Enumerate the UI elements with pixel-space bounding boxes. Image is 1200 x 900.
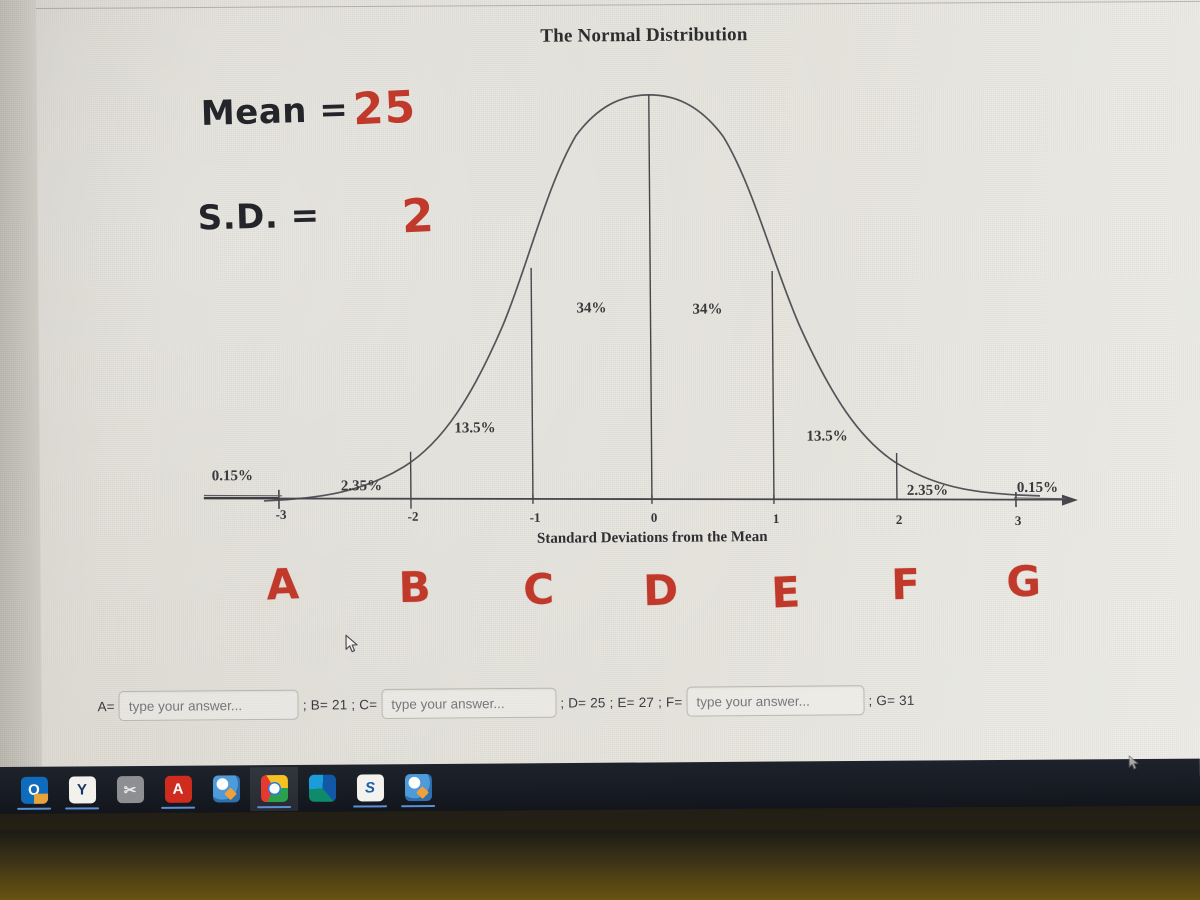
chrome-icon [260, 774, 288, 803]
answer-input-c-placeholder: type your answer... [391, 695, 505, 712]
label-left-135-percent: 13.5% [454, 420, 496, 437]
label-left-235-percent: 2.35% [340, 478, 383, 495]
handwritten-letter-b: B [398, 562, 432, 613]
x-tick-label-zero: 0 [650, 509, 658, 525]
handwritten-sd-label: S.D. = [197, 195, 321, 239]
x-tick-label-plus1: 1 [772, 510, 780, 526]
page-title: The Normal Distribution [540, 24, 748, 47]
answer-input-f[interactable]: type your answer... [686, 685, 865, 717]
s-app-icon-glyph: S [364, 779, 376, 797]
label-left-34-percent: 34% [576, 300, 607, 317]
label-left-outer-percent: 0.15% [211, 468, 254, 485]
snipping-tool-icon-glyph: ✂ [123, 781, 137, 799]
handwritten-letter-c: C [522, 564, 555, 615]
snipping-tool-icon: ✂ [116, 775, 144, 804]
outlook-icon-glyph: O [28, 781, 40, 799]
taskbar-underline-outlook [17, 807, 52, 810]
answer-static-g: ; G= 31 [868, 692, 915, 708]
taskbar-item-s-app[interactable]: S [346, 766, 394, 810]
desk-surface [0, 830, 1200, 900]
taskbar-item-browser-two[interactable] [394, 765, 442, 809]
handwritten-mean-value: 25 [351, 81, 418, 136]
divider-zero [648, 94, 653, 499]
browser-globe-two-icon [404, 773, 432, 802]
x-axis-left-stub [203, 496, 279, 500]
answer-row: A= type your answer... ; B= 21 ; C= type… [93, 685, 918, 722]
x-tick-label-plus3: 3 [1014, 512, 1022, 529]
yammer-icon-glyph: Y [76, 781, 88, 799]
taskbar-item-yammer[interactable]: Y [58, 768, 106, 812]
x-tick-label-minus2: -2 [407, 508, 419, 524]
taskbar-item-snipping-tool[interactable]: ✂ [106, 767, 154, 811]
handwritten-letter-e: E [770, 567, 802, 618]
taskbar-item-google-chrome[interactable] [249, 766, 299, 811]
divider-plus1 [771, 270, 775, 499]
tail-left-strip [203, 494, 282, 497]
taskbar-underline-s-app [353, 804, 388, 808]
taskbar-item-outlook[interactable]: O [10, 768, 58, 812]
answer-static-b-c: ; B= 21 ; C= [302, 696, 378, 713]
taskbar-underline-browser-two [401, 804, 436, 807]
answer-input-f-placeholder: type your answer... [696, 693, 810, 710]
label-right-235-percent: 2.35% [906, 482, 949, 499]
handwritten-letter-d: D [642, 565, 679, 616]
taskbar-item-browser-one[interactable] [202, 767, 250, 811]
mouse-cursor-icon [345, 634, 358, 653]
answer-input-a[interactable]: type your answer... [118, 689, 299, 722]
outlook-icon: O [20, 776, 48, 804]
taskbar-right-cursor-icon [1128, 755, 1139, 770]
label-right-outer-percent: 0.15% [1016, 479, 1059, 497]
x-axis-title: Standard Deviations from the Mean [536, 528, 768, 547]
divider-minus1 [530, 267, 534, 499]
bell-curve-path [263, 94, 1040, 502]
taskbar-underline-yammer [65, 806, 100, 810]
taskbar-item-acrobat-reader[interactable]: A [154, 767, 202, 811]
yammer-icon: Y [68, 776, 96, 804]
taskbar-underline-chrome [257, 805, 292, 808]
answer-input-a-placeholder: type your answer... [128, 697, 243, 714]
tail-right-strip [1013, 497, 1066, 500]
handwritten-letter-a: A [265, 559, 300, 610]
windows-taskbar[interactable]: O Y ✂ A S [0, 755, 1200, 814]
x-axis-arrowhead [1061, 494, 1078, 506]
taskbar-underline-acrobat [161, 806, 196, 809]
x-tick-label-minus1: -1 [529, 509, 541, 525]
handwritten-mean-label: Mean = [200, 89, 349, 134]
label-right-135-percent: 13.5% [806, 428, 848, 445]
acrobat-reader-icon: A [164, 775, 192, 803]
taskbar-item-microsoft-edge[interactable] [298, 766, 346, 810]
browser-globe-icon [212, 775, 240, 803]
answer-label-a: A= [97, 698, 115, 714]
x-tick-label-minus3: -3 [275, 506, 287, 522]
x-tick-label-plus2: 2 [895, 511, 903, 527]
answer-static-d-e-f: ; D= 25 ; E= 27 ; F= [560, 694, 683, 711]
answer-input-c[interactable]: type your answer... [381, 687, 557, 720]
handwritten-letter-g: G [1005, 556, 1042, 607]
acrobat-reader-icon-glyph: A [172, 780, 184, 798]
label-right-34-percent: 34% [692, 301, 723, 318]
screenshot-root: The Normal Distribution Mean = 25 S.D. =… [0, 0, 1200, 900]
edge-icon [308, 774, 336, 802]
handwritten-sd-value: 2 [400, 188, 435, 244]
handwritten-letter-f: F [890, 559, 921, 610]
s-app-icon: S [356, 774, 384, 802]
